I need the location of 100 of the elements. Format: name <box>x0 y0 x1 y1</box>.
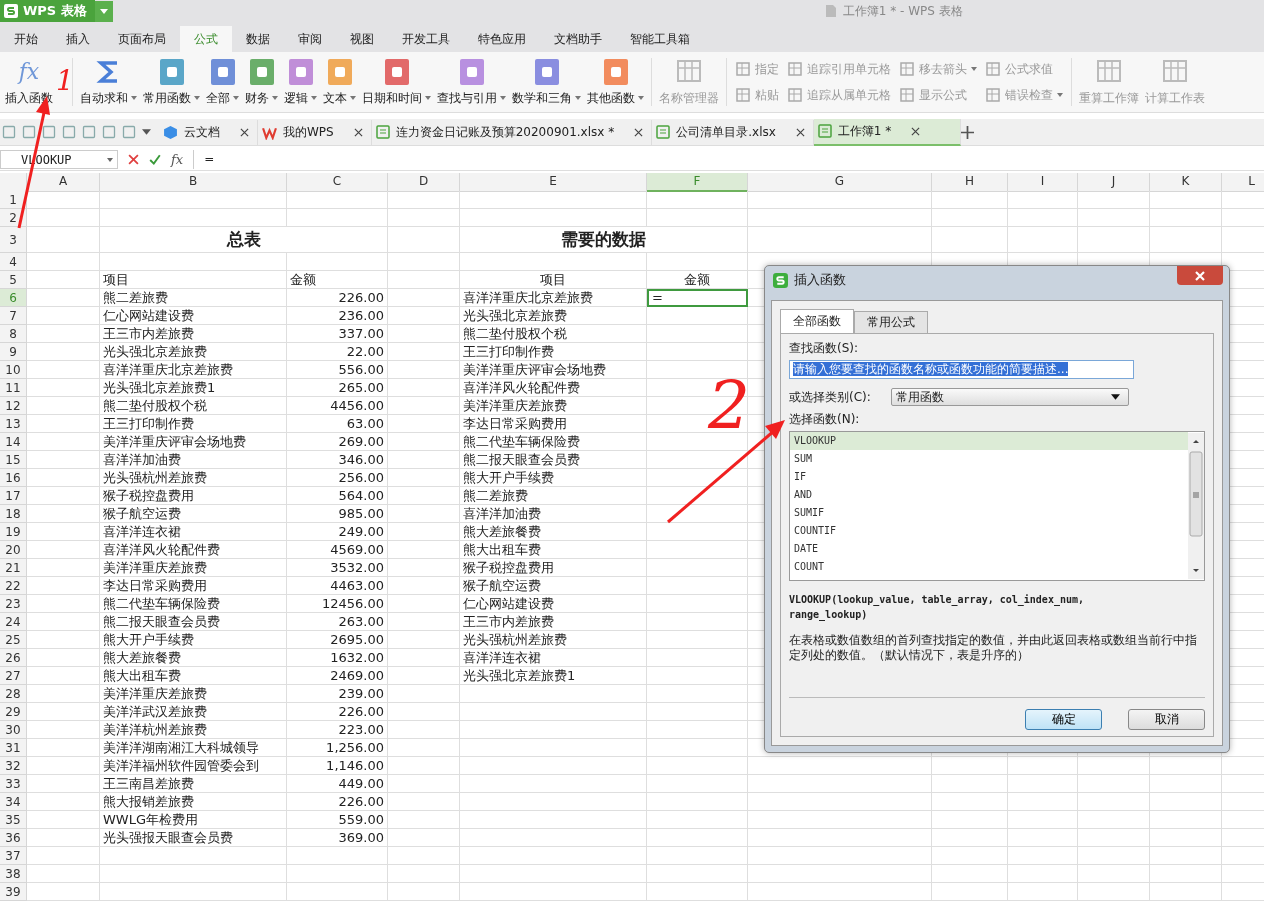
row-header[interactable]: 9 <box>0 343 27 361</box>
row-header[interactable]: 23 <box>0 595 27 613</box>
function-list-item[interactable]: SUMIF <box>790 504 1188 522</box>
toolbar-icon[interactable] <box>82 125 96 139</box>
row-header[interactable]: 4 <box>0 253 27 271</box>
row-header[interactable]: 33 <box>0 775 27 793</box>
checkmark-icon[interactable] <box>149 153 161 166</box>
row-header[interactable]: 24 <box>0 613 27 631</box>
row-header[interactable]: 39 <box>0 883 27 901</box>
column-header[interactable]: H <box>932 173 1008 192</box>
row-header[interactable]: 20 <box>0 541 27 559</box>
document-tab[interactable]: 连力资金日记账及预算20200901.xlsx * <box>371 119 653 145</box>
row-header[interactable]: 11 <box>0 379 27 397</box>
column-header[interactable]: K <box>1150 173 1222 192</box>
row-header[interactable]: 27 <box>0 667 27 685</box>
row-header[interactable]: 3 <box>0 227 27 253</box>
ribbon-button[interactable]: 其他函数 <box>584 52 647 112</box>
menu-tab[interactable]: 特色应用 <box>464 26 540 52</box>
row-header[interactable]: 17 <box>0 487 27 505</box>
menu-tab[interactable]: 插入 <box>52 26 104 52</box>
row-header[interactable]: 38 <box>0 865 27 883</box>
document-tab[interactable]: 公司清单目录.xlsx <box>652 119 814 145</box>
caret-icon[interactable] <box>142 129 151 135</box>
menu-tab[interactable]: 智能工具箱 <box>616 26 704 52</box>
function-list-item[interactable]: SUM <box>790 450 1188 468</box>
toolbar-icon[interactable] <box>22 125 36 139</box>
row-header[interactable]: 16 <box>0 469 27 487</box>
menu-tab[interactable]: 页面布局 <box>104 26 180 52</box>
function-list-item[interactable]: IF <box>790 468 1188 486</box>
category-dropdown[interactable]: 常用函数 <box>890 388 1129 406</box>
ribbon-button[interactable]: 数学和三角 <box>509 52 584 112</box>
row-header[interactable]: 31 <box>0 739 27 757</box>
plus-icon[interactable] <box>961 125 975 139</box>
ribbon-button[interactable]: 文本 <box>320 52 359 112</box>
column-header[interactable]: J <box>1078 173 1150 192</box>
column-header[interactable]: A <box>27 173 100 192</box>
menu-tab[interactable]: 开发工具 <box>388 26 464 52</box>
menu-tab[interactable]: 文档助手 <box>540 26 616 52</box>
column-header[interactable]: G <box>748 173 932 192</box>
function-list-item[interactable]: VLOOKUP <box>790 432 1188 450</box>
dialog-button[interactable]: 取消 <box>1128 709 1205 730</box>
row-header[interactable]: 7 <box>0 307 27 325</box>
row-header[interactable]: 34 <box>0 793 27 811</box>
ribbon-button[interactable]: 财务 <box>242 52 281 112</box>
row-header[interactable]: 21 <box>0 559 27 577</box>
row-header[interactable]: 35 <box>0 811 27 829</box>
row-header[interactable]: 15 <box>0 451 27 469</box>
column-header[interactable]: E <box>460 173 647 192</box>
close-icon[interactable] <box>795 127 805 137</box>
column-header[interactable]: I <box>1008 173 1078 192</box>
row-header[interactable]: 25 <box>0 631 27 649</box>
row-header[interactable]: 37 <box>0 847 27 865</box>
toolbar-icon[interactable] <box>2 125 16 139</box>
close-button[interactable] <box>1177 266 1223 285</box>
column-header[interactable]: L <box>1222 173 1264 192</box>
close-icon[interactable] <box>240 127 249 137</box>
formula-field[interactable]: = <box>193 150 1264 169</box>
row-header[interactable]: 19 <box>0 523 27 541</box>
dialog-button[interactable]: 确定 <box>1025 709 1102 730</box>
scrollbar[interactable] <box>1188 433 1204 579</box>
menu-tab[interactable]: 审阅 <box>284 26 336 52</box>
ribbon-button[interactable]: 日期和时间 <box>359 52 434 112</box>
search-field[interactable]: 请输入您要查找的函数名称或函数功能的简要描述... <box>789 360 1134 379</box>
close-icon[interactable] <box>634 127 644 137</box>
row-header[interactable]: 28 <box>0 685 27 703</box>
row-header[interactable]: 29 <box>0 703 27 721</box>
menu-tab[interactable]: 开始 <box>0 26 52 52</box>
toolbar-icon[interactable] <box>102 125 116 139</box>
close-icon[interactable] <box>911 126 921 136</box>
row-header[interactable]: 6 <box>0 289 27 307</box>
ribbon-button[interactable]: 自动求和 <box>77 52 140 112</box>
column-header[interactable]: D <box>388 173 460 192</box>
row-header[interactable]: 10 <box>0 361 27 379</box>
row-header[interactable]: 5 <box>0 271 27 289</box>
column-header[interactable]: C <box>287 173 388 192</box>
close-icon[interactable] <box>353 127 363 137</box>
ribbon-button[interactable]: 逻辑 <box>281 52 320 112</box>
row-header[interactable]: 8 <box>0 325 27 343</box>
ribbon-button[interactable]: 全部 <box>203 52 242 112</box>
row-header[interactable]: 32 <box>0 757 27 775</box>
row-header[interactable]: 18 <box>0 505 27 523</box>
function-list-item[interactable]: DATE <box>790 540 1188 558</box>
row-header[interactable]: 30 <box>0 721 27 739</box>
toolbar-icon[interactable] <box>62 125 76 139</box>
toolbar-icon[interactable] <box>42 125 56 139</box>
function-list-item[interactable]: COUNTIF <box>790 522 1188 540</box>
ribbon-button[interactable]: 常用函数 <box>140 52 203 112</box>
row-header[interactable]: 14 <box>0 433 27 451</box>
row-header[interactable]: 36 <box>0 829 27 847</box>
row-header[interactable]: 26 <box>0 649 27 667</box>
row-header[interactable]: 12 <box>0 397 27 415</box>
column-header[interactable]: B <box>100 173 287 192</box>
function-list-item[interactable]: COUNT <box>790 558 1188 576</box>
dialog-tab[interactable]: 常用公式 <box>854 311 928 333</box>
toolbar-icon[interactable] <box>122 125 136 139</box>
insert-function-button[interactable]: fx <box>171 152 184 167</box>
document-tab[interactable]: 工作簿1 * <box>813 118 962 146</box>
document-tab[interactable]: 云文档 <box>159 119 258 145</box>
dialog-tab[interactable]: 全部函数 <box>780 309 854 333</box>
row-header[interactable]: 22 <box>0 577 27 595</box>
